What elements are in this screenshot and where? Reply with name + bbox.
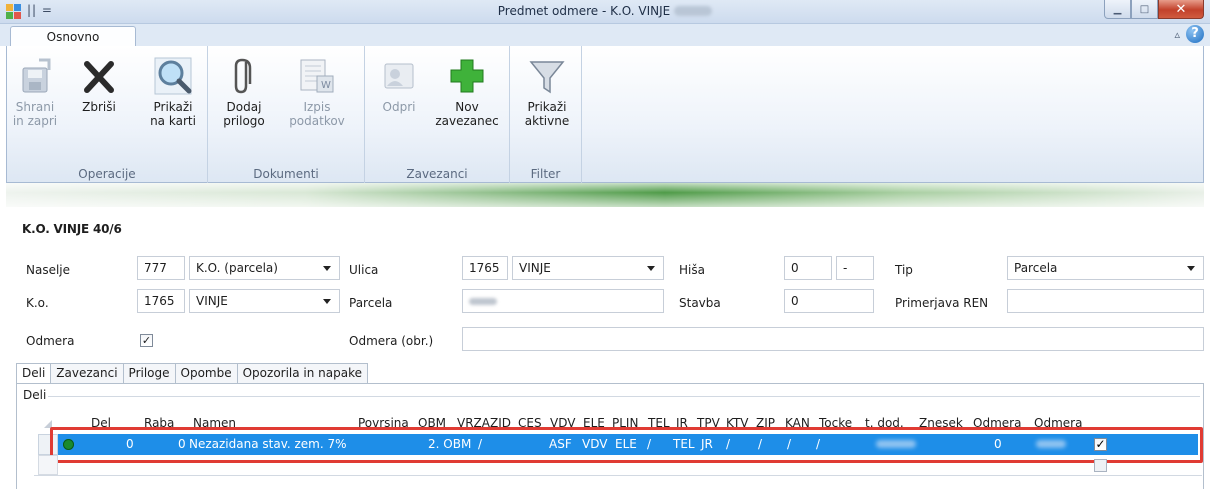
new-row-indicator[interactable] bbox=[38, 455, 58, 475]
prikazi-na-karti-button[interactable]: Prikaži na karti bbox=[142, 56, 204, 128]
close-icon: ✕ bbox=[1175, 1, 1187, 17]
ribbon-tab-strip: Osnovno ▵ ? bbox=[0, 24, 1210, 47]
new-row-checkbox[interactable] bbox=[1094, 459, 1107, 472]
ulica-label: Ulica bbox=[349, 263, 379, 277]
shrani-in-zapri-button[interactable]: Shrani in zapri bbox=[11, 56, 59, 128]
funnel-icon bbox=[527, 56, 567, 96]
parcela-label: Parcela bbox=[349, 296, 393, 310]
detail-tabs: Deli Zavezanci Priloge Opombe Opozorila … bbox=[16, 363, 369, 384]
paperclip-icon bbox=[224, 56, 264, 96]
odmera-obr-field[interactable] bbox=[462, 327, 1204, 351]
nov-zavezanec-button[interactable]: Nov zavezanec bbox=[431, 56, 503, 128]
ko-code-field[interactable]: 1765 bbox=[137, 289, 185, 313]
tab-priloge[interactable]: Priloge bbox=[122, 363, 176, 383]
group-label-dokumenti: Dokumenti bbox=[253, 167, 319, 181]
help-icon[interactable]: ? bbox=[1186, 25, 1204, 43]
magnifier-icon bbox=[153, 56, 193, 96]
zbrisi-button[interactable]: Zbriši bbox=[75, 56, 123, 114]
group-dokumenti: Dodaj prilogo W Izpis podatkov Dokumenti bbox=[208, 46, 365, 183]
save-icon bbox=[15, 56, 55, 96]
naselje-label: Naselje bbox=[26, 263, 71, 277]
ribbon: Shrani in zapri Zbriši Prikaži na karti Op… bbox=[6, 46, 1204, 183]
hisa-suffix-field[interactable]: - bbox=[836, 256, 874, 280]
highlight-annotation bbox=[50, 427, 1203, 463]
tab-opozorila[interactable]: Opozorila in napake bbox=[236, 363, 369, 383]
redacted-value bbox=[469, 298, 497, 305]
collapse-ribbon-icon[interactable]: ▵ bbox=[1174, 28, 1180, 41]
close-button[interactable]: ✕ bbox=[1158, 0, 1204, 19]
chevron-down-icon bbox=[1187, 266, 1195, 271]
chevron-down-icon bbox=[323, 299, 331, 304]
deli-group-caption: Deli bbox=[21, 388, 49, 402]
group-label-filter: Filter bbox=[530, 167, 561, 181]
group-filter: Prikaži aktivne Filter bbox=[510, 46, 582, 183]
odmera-checkbox[interactable]: ✓ bbox=[140, 334, 153, 347]
izpis-podatkov-button[interactable]: W Izpis podatkov bbox=[286, 56, 348, 128]
tab-zavezanci[interactable]: Zavezanci bbox=[50, 363, 124, 383]
open-contact-icon bbox=[379, 56, 419, 96]
stavba-label: Stavba bbox=[679, 296, 721, 310]
odpri-button[interactable]: Odpri bbox=[375, 56, 423, 114]
tab-opombe[interactable]: Opombe bbox=[174, 363, 238, 383]
group-label-zavezanci: Zavezanci bbox=[406, 167, 468, 181]
maximize-icon: □ bbox=[1139, 3, 1150, 15]
ulica-code-field[interactable]: 1765 bbox=[462, 256, 508, 280]
window-title: Predmet odmere - K.O. VINJE bbox=[0, 4, 1210, 18]
tab-osnovno[interactable]: Osnovno bbox=[10, 26, 136, 47]
parcela-field[interactable] bbox=[462, 289, 664, 313]
group-zavezanci: Odpri Nov zavezanec Zavezanci bbox=[365, 46, 510, 183]
minimize-icon: ▁ bbox=[1113, 3, 1122, 15]
hisa-label: Hiša bbox=[679, 263, 705, 277]
tip-label: Tip bbox=[895, 263, 913, 277]
print-document-icon: W bbox=[297, 56, 337, 96]
tab-deli[interactable]: Deli bbox=[16, 363, 52, 384]
dodaj-prilogo-button[interactable]: Dodaj prilogo bbox=[216, 56, 272, 128]
primerjava-ren-label: Primerjava REN bbox=[895, 296, 989, 310]
delete-x-icon bbox=[79, 56, 119, 96]
title-bar: || = Predmet odmere - K.O. VINJE ▁ □ ✕ bbox=[0, 0, 1210, 24]
chevron-down-icon bbox=[323, 266, 331, 271]
maximize-button[interactable]: □ bbox=[1131, 0, 1158, 19]
naselje-code-field[interactable]: 777 bbox=[137, 256, 185, 280]
primerjava-ren-field[interactable] bbox=[1007, 289, 1204, 313]
stavba-field[interactable]: 0 bbox=[784, 289, 874, 313]
page-title: K.O. VINJE 40/6 bbox=[22, 222, 122, 236]
odmera-obr-label: Odmera (obr.) bbox=[349, 334, 434, 348]
ulica-select[interactable]: VINJE bbox=[512, 256, 664, 280]
ko-label: K.o. bbox=[26, 296, 49, 310]
hisa-number-field[interactable]: 0 bbox=[784, 256, 832, 280]
group-label-operacije: Operacije bbox=[78, 167, 136, 181]
ko-select[interactable]: VINJE bbox=[189, 289, 340, 313]
prikazi-aktivne-button[interactable]: Prikaži aktivne bbox=[520, 56, 574, 128]
chevron-down-icon bbox=[647, 266, 655, 271]
green-plus-icon bbox=[447, 56, 487, 96]
tip-select[interactable]: Parcela bbox=[1007, 256, 1204, 280]
minimize-button[interactable]: ▁ bbox=[1104, 0, 1131, 19]
naselje-select[interactable]: K.O. (parcela) bbox=[189, 256, 340, 280]
odmera-label: Odmera bbox=[26, 334, 75, 348]
svg-text:W: W bbox=[321, 80, 331, 91]
group-operacije: Shrani in zapri Zbriši Prikaži na karti Op… bbox=[7, 46, 208, 183]
